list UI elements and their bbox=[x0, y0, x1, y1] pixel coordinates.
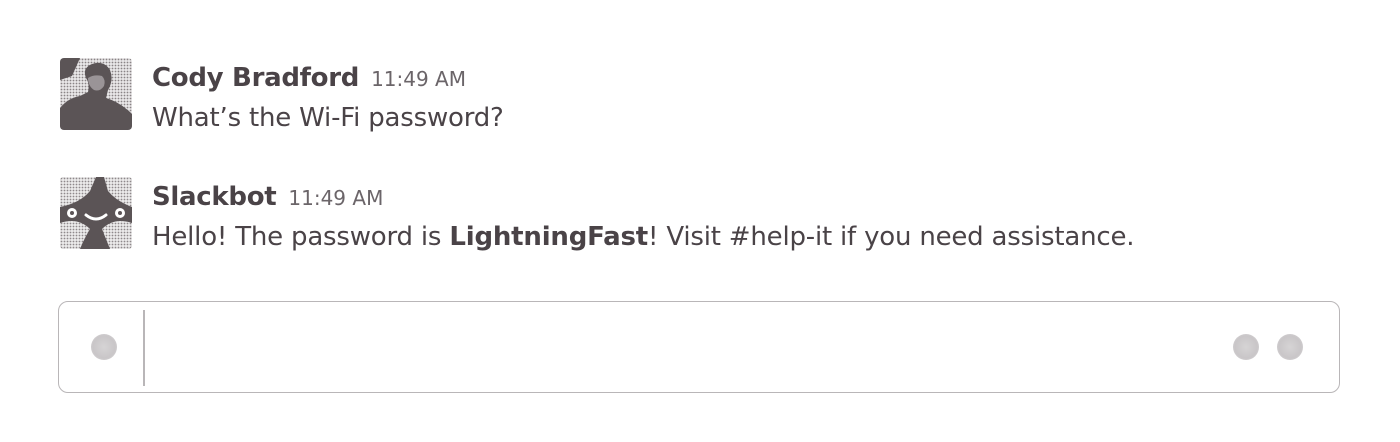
message-header: Cody Bradford 11:49 AM bbox=[152, 58, 1352, 98]
message-body: Cody Bradford 11:49 AM What’s the Wi-Fi p… bbox=[152, 58, 1352, 138]
attach-icon[interactable] bbox=[91, 334, 117, 360]
password-text: LightningFast bbox=[449, 222, 649, 252]
emoji-icon[interactable] bbox=[1277, 334, 1303, 360]
slackbot-face-icon bbox=[60, 177, 132, 249]
message-text-part: Hello! The password is bbox=[152, 222, 450, 252]
message-text: Hello! The password is LightningFast! Vi… bbox=[152, 217, 1352, 257]
composer-divider bbox=[143, 310, 145, 386]
message-text-part: ! Visit #help-it if you need assistance. bbox=[648, 222, 1135, 252]
message-input[interactable] bbox=[159, 322, 1203, 374]
avatar[interactable] bbox=[60, 58, 132, 130]
sender-name[interactable]: Cody Bradford bbox=[152, 63, 359, 93]
sender-name[interactable]: Slackbot bbox=[152, 182, 277, 212]
user-photo-icon bbox=[60, 58, 132, 130]
message-body: Slackbot 11:49 AM Hello! The password is … bbox=[152, 177, 1352, 257]
message-header: Slackbot 11:49 AM bbox=[152, 177, 1352, 217]
message-text: What’s the Wi-Fi password? bbox=[152, 103, 504, 133]
avatar[interactable] bbox=[60, 177, 132, 249]
message-timestamp[interactable]: 11:49 AM bbox=[371, 67, 466, 91]
message-timestamp[interactable]: 11:49 AM bbox=[288, 186, 383, 210]
mention-icon[interactable] bbox=[1233, 334, 1259, 360]
message-composer[interactable] bbox=[58, 301, 1340, 393]
